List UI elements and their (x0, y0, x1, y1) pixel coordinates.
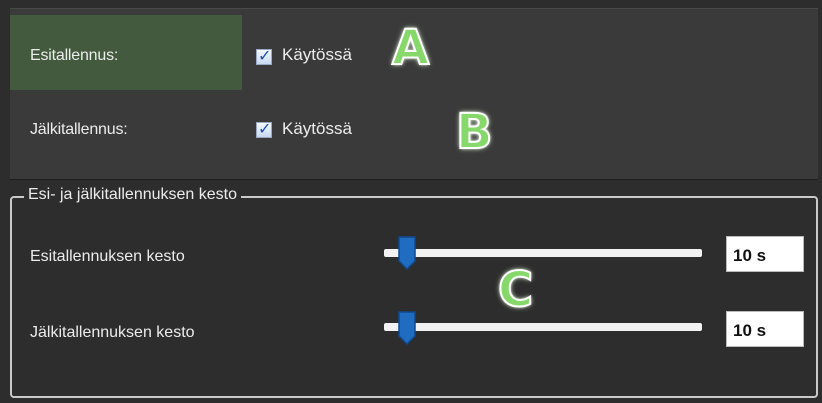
checkmark-icon: ✓ (258, 46, 272, 65)
settings-window: Esitallennus: ✓ Käytössä Jälkitallennus:… (0, 0, 822, 403)
pre-recording-duration-slider[interactable] (384, 249, 702, 257)
pre-recording-label: Esitallennus: (30, 47, 119, 64)
post-recording-duration-slider[interactable] (384, 323, 702, 331)
post-recording-duration-value[interactable]: 10 s (726, 311, 804, 347)
post-recording-slider-handle[interactable] (398, 310, 416, 346)
pre-recording-checkbox-label[interactable]: Käytössä (282, 45, 352, 65)
post-recording-label: Jälkitallennus: (30, 121, 128, 138)
pre-recording-slider-handle[interactable] (398, 235, 416, 271)
duration-groupbox: Esi- ja jälkitallennuksen kesto Esitalle… (10, 186, 818, 398)
post-recording-checkbox[interactable]: ✓ (256, 119, 272, 138)
post-recording-duration-label: Jälkitallennuksen kesto (30, 324, 195, 341)
annotation-a: A (391, 19, 430, 77)
post-recording-checkbox-label[interactable]: Käytössä (282, 119, 352, 139)
pre-recording-duration-label: Esitallennuksen kesto (30, 248, 185, 265)
pre-recording-checkbox[interactable]: ✓ (256, 46, 272, 65)
duration-group-title: Esi- ja jälkitallennuksen kesto (24, 186, 241, 204)
checkmark-icon: ✓ (258, 119, 272, 138)
annotation-b: B (455, 103, 494, 161)
pre-recording-duration-value[interactable]: 10 s (726, 236, 804, 272)
